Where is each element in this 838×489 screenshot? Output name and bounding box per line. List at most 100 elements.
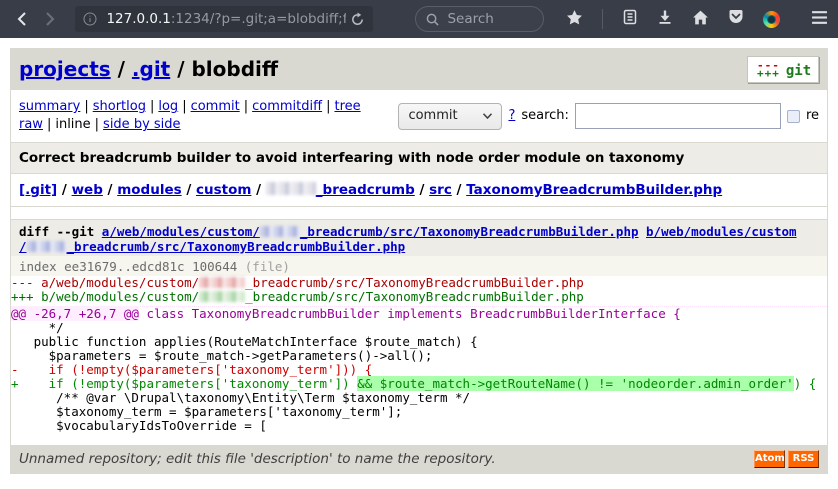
pipe: | [84, 99, 89, 114]
diff-context-line: public function applies(RouteMatchInterf… [11, 334, 478, 349]
chevron-down-icon [483, 113, 493, 119]
chunk-context: class TaxonomyBreadcrumbBuilder implemen… [138, 306, 681, 321]
diff-to-file-line: +++ b/web/modules/custom/_breadcrumb/src… [11, 289, 584, 304]
breadcrumb-sep: / [181, 182, 196, 198]
diff-from-file-line: --- a/web/modules/custom/_breadcrumb/src… [11, 275, 584, 290]
browser-toolbar: 127.0.0.1:1234/?p=.git;a=blobdiff;f= Sea… [0, 0, 838, 38]
diff-context-line: $parameters = $route_match->getParameter… [11, 348, 433, 363]
breadcrumb-src[interactable]: src [429, 182, 452, 198]
pipe: | [149, 99, 155, 114]
download-icon[interactable] [657, 9, 673, 29]
diff-context-line: */ [11, 320, 64, 335]
diff-context-line: $taxonomy_term = $parameters['taxonomy_t… [11, 404, 403, 419]
header-separator: / [110, 57, 132, 81]
breadcrumb-repo[interactable]: [.git] [19, 182, 57, 198]
url-text: 127.0.0.1:1234/?p=.git;a=blobdiff;f= [106, 11, 347, 27]
rss-feed-button[interactable]: RSS [788, 450, 819, 468]
pipe: | [46, 117, 52, 132]
breadcrumb-sep: / [251, 182, 266, 198]
nav-log[interactable]: log [158, 99, 178, 114]
diff-added-line: + if (!empty($parameters['taxonomy_term'… [11, 376, 817, 391]
breadcrumb: [.git] / web / modules / custom / _bread… [11, 174, 827, 207]
pipe: | [326, 99, 331, 114]
nav-summary[interactable]: summary [19, 99, 80, 114]
nav-tree[interactable]: tree [334, 99, 360, 114]
site-info-icon[interactable] [83, 12, 97, 26]
git-logo-plus: +++ [757, 66, 780, 80]
search-type-select[interactable]: commit [398, 102, 503, 130]
search-help-link[interactable]: ? [508, 107, 515, 125]
diff-prefix: diff --git [19, 224, 102, 239]
breadcrumb-sep: / [414, 182, 430, 198]
search-type-value: commit [408, 108, 458, 123]
diff-chunk-header[interactable]: @@ -26,7 +26,7 @@ class TaxonomyBreadcru… [11, 306, 827, 321]
page-action: blobdiff [191, 57, 279, 81]
bookmark-star-icon[interactable] [566, 9, 583, 30]
forward-icon[interactable] [36, 5, 62, 33]
repo-description: Unnamed repository; edit this file 'desc… [19, 451, 496, 467]
nav-side-by-side[interactable]: side by side [103, 117, 180, 132]
pipe: | [243, 99, 249, 114]
regexp-checkbox[interactable] [786, 109, 800, 123]
nav-commitdiff[interactable]: commitdiff [252, 99, 322, 114]
git-logo-text: git [785, 62, 812, 79]
diff-removed-line: - if (!empty($parameters['taxonomy_term'… [11, 362, 373, 377]
nav-current-view: inline [55, 117, 91, 132]
nav-shortlog[interactable]: shortlog [93, 99, 146, 114]
profile-avatar[interactable] [763, 10, 780, 28]
projects-link[interactable]: projects [19, 57, 111, 81]
redacted-text [265, 182, 316, 195]
diff-git-header: diff --git a/web/modules/custom/_breadcr… [11, 219, 827, 256]
pipe: | [94, 117, 100, 132]
back-icon[interactable] [10, 5, 36, 33]
browser-search-bar[interactable]: Search [415, 6, 544, 32]
git-logo[interactable]: --- +++ git [747, 56, 819, 83]
home-icon[interactable] [692, 9, 709, 30]
redacted-text [26, 241, 67, 252]
breadcrumb-sep: / [57, 182, 72, 198]
diff-patch: diff --git a/web/modules/custom/_breadcr… [11, 219, 827, 433]
diff-index-line: index ee31679..edcd81c 100644 (file) [11, 256, 827, 276]
redacted-text [199, 277, 246, 288]
redacted-text [199, 291, 246, 302]
commit-title-link[interactable]: Correct breadcrumb builder to avoid inte… [11, 142, 827, 174]
page-header: projects / .git / blobdiff --- +++ git [11, 49, 827, 90]
breadcrumb-web[interactable]: web [72, 182, 103, 198]
page-nav: summary | shortlog | log | commit | commitdiff | t… [11, 90, 827, 142]
menu-icon[interactable] [811, 10, 828, 29]
atom-feed-button[interactable]: Atom [754, 450, 785, 468]
breadcrumb-file[interactable]: TaxonomyBreadcrumbBuilder.php [466, 182, 722, 198]
toolbar-divider [602, 9, 603, 29]
header-separator-2: / [170, 57, 192, 81]
library-icon[interactable] [622, 9, 638, 29]
diff-file-a-link[interactable]: a/web/modules/custom/_breadcrumb/src/Tax… [102, 224, 639, 239]
nav-row-formats: raw | inline | side by side [19, 116, 361, 134]
diff-context-line: /** @var \Drupal\taxonomy\Entity\Term $t… [11, 390, 471, 405]
regexp-label: re [805, 108, 819, 123]
repo-link[interactable]: .git [132, 57, 170, 81]
nav-row-views: summary | shortlog | log | commit | commitdiff | t… [19, 98, 361, 116]
diff-file-b-link-continued[interactable]: / _breadcrumb/src/TaxonomyBreadcrumbBuild… [19, 239, 405, 254]
pocket-icon[interactable] [728, 9, 744, 29]
browser-search-placeholder: Search [447, 11, 494, 27]
diff-context-line: $vocabularyIdsToOverride = [ [11, 418, 267, 433]
reload-icon[interactable] [350, 11, 365, 27]
breadcrumb-sep: / [102, 182, 118, 198]
nav-commit[interactable]: commit [191, 99, 240, 114]
url-bar[interactable]: 127.0.0.1:1234/?p=.git;a=blobdiff;f= [75, 6, 374, 32]
pipe: | [182, 99, 187, 114]
diff-file-b-link[interactable]: b/web/modules/custom [646, 224, 797, 239]
search-input[interactable] [574, 103, 781, 129]
nav-raw[interactable]: raw [19, 117, 43, 132]
breadcrumb-module[interactable]: _breadcrumb [265, 182, 415, 198]
search-label: search: [521, 108, 569, 123]
page-footer: Unnamed repository; edit this file 'desc… [11, 445, 827, 473]
diff-index-note: (file) [244, 259, 290, 274]
chunk-range[interactable]: @@ -26,7 +26,7 @@ [11, 306, 139, 321]
breadcrumb-modules[interactable]: modules [117, 182, 181, 198]
breadcrumb-sep: / [451, 182, 467, 198]
gitweb-page: projects / .git / blobdiff --- +++ git s… [10, 48, 828, 474]
diff-added-highlight: && $route_match->getRouteName() != 'node… [357, 376, 794, 391]
breadcrumb-custom[interactable]: custom [196, 182, 251, 198]
search-icon [427, 13, 440, 26]
